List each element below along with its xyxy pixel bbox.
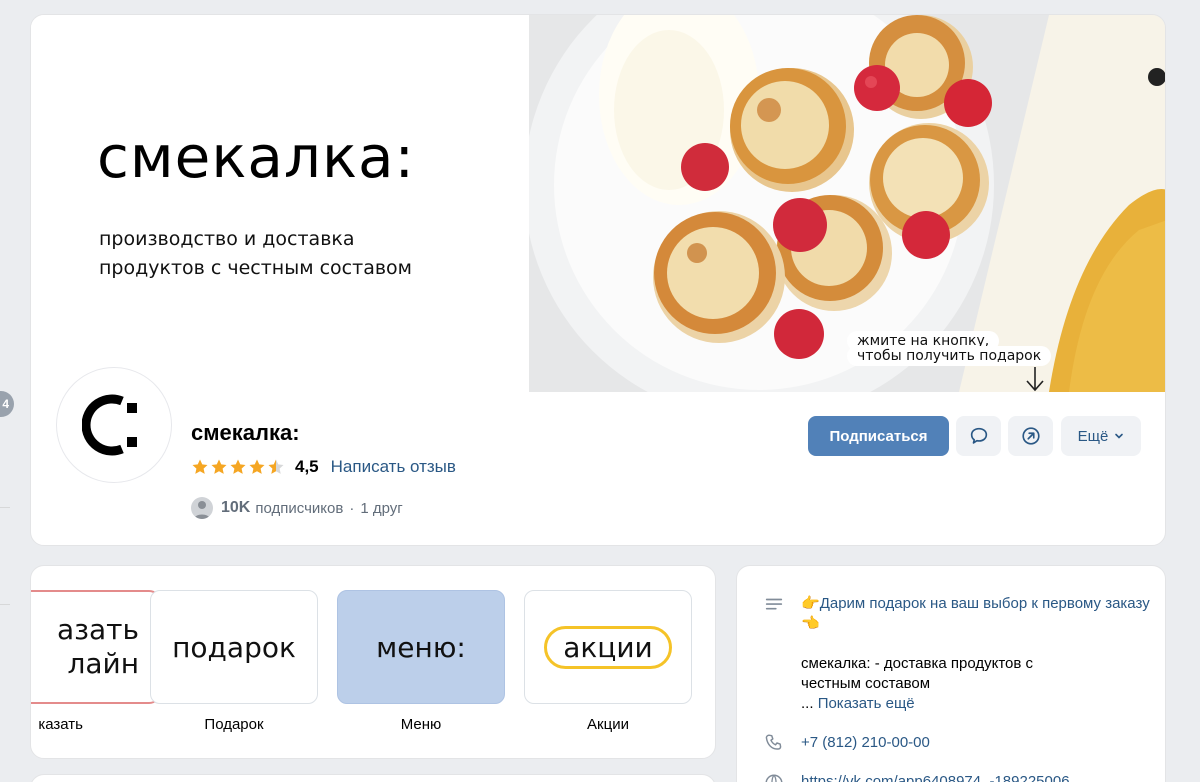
message-icon [970,427,987,444]
promo-text[interactable]: Дарим подарок на ваш выбор к первому зак… [820,595,1150,612]
pointing-right-emoji: 👉 [801,595,820,612]
menu-tile-caption[interactable]: Акции [524,716,692,733]
show-more-link[interactable]: Показать ещё [818,695,915,712]
menu-tile-caption[interactable]: казать [31,716,83,733]
cover-photo: жмите на кнопку, чтобы получить подарок [529,15,1165,392]
menu-tile-gift[interactable]: подарок [150,590,318,704]
group-name: смекалка: [191,420,300,445]
group-avatar[interactable] [56,367,172,483]
more-button-label: Ещё [1077,427,1109,445]
phone-icon [765,734,782,750]
cover-tagline: производство и доставка продуктов с чест… [99,225,412,283]
sidebar-divider [0,507,10,508]
group-info-card: 👉Дарим подарок на ваш выбор к первому за… [736,565,1166,782]
description-ellipsis: ... [801,695,814,712]
star-full-icon [249,459,265,474]
description-line: честным составом [801,675,931,692]
phone-link[interactable]: +7 (812) 210-00-00 [801,733,1151,753]
star-full-icon [230,459,246,474]
menu-tile-order[interactable]: азать лайн [31,590,161,704]
pointing-left-emoji: 👈 [801,615,820,632]
star-full-icon [192,459,208,474]
subscribers-row[interactable]: 10K подписчиков · 1 друг [191,497,403,519]
description-icon [765,598,783,610]
menu-tile-art: акции [544,625,672,669]
chevron-down-icon [1115,433,1124,439]
friend-avatar [191,497,213,519]
promo-link[interactable]: 👉Дарим подарок на ваш выбор к первому за… [801,594,1151,634]
website-link[interactable]: https://vk.com/app6408974_-189225006 [801,772,1151,782]
description-text: смекалка: - доставка продуктов с честным… [801,654,1151,714]
subscribe-button[interactable]: Подписаться [808,416,949,456]
separator-dot: · [349,499,355,517]
cover-tagline-line: продуктов с честным составом [99,257,412,279]
group-menu-card: азать лайн казать подарок Подарок меню: … [30,565,716,759]
message-button[interactable] [956,416,1001,456]
star-half-icon [268,459,284,474]
menu-tile-art: меню: [376,630,466,664]
write-review-link[interactable]: Написать отзыв [331,457,456,477]
next-card-edge [30,774,716,782]
sidebar-divider [0,604,10,605]
cover-hint-bubble: чтобы получить подарок [847,346,1052,366]
rating-stars[interactable] [191,458,285,476]
smekalka-logo-icon [82,394,137,456]
cover-brand-wordmark: смекалка: [97,123,416,191]
group-header-card: смекалка: производство и доставка продук… [30,14,1166,546]
subscribers-count: 10K [221,499,251,516]
subscribers-label: подписчиков [255,499,344,517]
share-button[interactable] [1008,416,1053,456]
cover-tagline-line: производство и доставка [99,228,355,250]
more-button[interactable]: Ещё [1061,416,1141,456]
menu-tile-art: подарок [172,630,296,664]
notification-count-badge: 4 [0,391,14,417]
star-full-icon [211,459,227,474]
menu-tile-caption[interactable]: Меню [337,716,505,733]
rating-row: 4,5 Написать отзыв [191,457,456,477]
cover-left-panel: смекалка: производство и доставка продук… [31,15,529,392]
menu-tile-art: лайн [67,647,139,680]
globe-icon [765,774,783,782]
menu-tile-art: азать [56,613,139,646]
friends-count: 1 друг [360,499,403,517]
menu-tile-promos[interactable]: акции [524,590,692,704]
rating-value: 4,5 [295,457,319,476]
menu-tile-menu[interactable]: меню: [337,590,505,704]
share-arrow-icon [1021,427,1040,445]
description-line: смекалка: - доставка продуктов с [801,655,1034,672]
menu-tile-caption[interactable]: Подарок [150,716,318,733]
